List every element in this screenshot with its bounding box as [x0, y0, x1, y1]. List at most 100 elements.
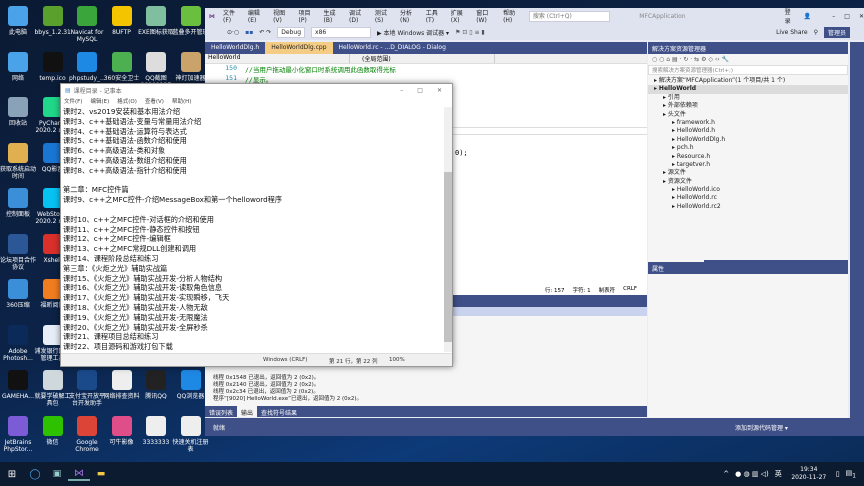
vs-menu-item[interactable]: 工具(T)	[426, 8, 442, 24]
notepad-menu-item[interactable]: 帮助(H)	[172, 97, 191, 107]
desktop-icon[interactable]: 论坛项目合作协议	[0, 233, 36, 271]
desktop-icon[interactable]: 控制面板	[0, 188, 36, 218]
undo-icon[interactable]: ↶ ↷	[259, 29, 271, 36]
config-select[interactable]: Debug	[277, 26, 306, 38]
feedback-icon[interactable]: ⚲	[814, 29, 818, 36]
desktop-icon[interactable]: 微信	[35, 415, 71, 446]
tree-item[interactable]: ▸ pch.h	[648, 144, 848, 152]
desktop-icon[interactable]: 可牛影像	[104, 415, 140, 446]
desktop-icon[interactable]: 获取系统启动时间	[0, 142, 36, 180]
nav-scope-select[interactable]: (全局范围)	[350, 54, 495, 63]
desktop-icon[interactable]: 蓝叠多开管理	[173, 6, 209, 36]
close-button[interactable]: ✕	[859, 13, 864, 20]
clock[interactable]: 19:34 2020-11-27	[788, 466, 830, 482]
desktop-icon[interactable]: 8UFTP	[104, 6, 140, 36]
vs-menu-item[interactable]: 窗口(W)	[476, 8, 494, 24]
close-button[interactable]: ✕	[437, 87, 442, 94]
solution-search-input[interactable]: 搜索解决方案资源管理器(Ctrl+;)	[648, 65, 848, 75]
vs-menu-item[interactable]: 分析(N)	[400, 8, 417, 24]
desktop-icon[interactable]: JetBrains PhpStor...	[0, 415, 36, 453]
side-tool-strip[interactable]	[850, 42, 864, 418]
tree-item[interactable]: ▸ 外部依赖项	[648, 102, 848, 110]
notepad-menu-item[interactable]: 编辑(E)	[90, 97, 109, 107]
bottom-tab[interactable]: 查找符号结果	[257, 406, 301, 417]
tree-item[interactable]: ▸ Resource.h	[648, 153, 848, 161]
vs-menu-item[interactable]: 编辑(E)	[248, 8, 264, 24]
vs-menu-item[interactable]: 帮助(H)	[503, 8, 520, 24]
tree-item[interactable]: ▸ 头文件	[648, 111, 848, 119]
vs-menu-item[interactable]: 生成(B)	[324, 8, 340, 24]
file-explorer-icon[interactable]: ▬	[90, 469, 112, 479]
vs-search-input[interactable]: 搜索 (Ctrl+Q)	[528, 10, 611, 22]
desktop-icon[interactable]: 网络	[0, 51, 36, 82]
desktop-icon[interactable]: 360压缩	[0, 279, 36, 309]
notepad-taskbar-icon[interactable]: ▯	[836, 470, 840, 478]
editor-tab[interactable]: HelloWorldDlg.h	[205, 42, 265, 54]
desktop-icon[interactable]: 360安全卫士	[104, 51, 140, 82]
tree-item[interactable]: ▸ 解决方案“MFCApplication”(1 个项目/共 1 个)	[648, 77, 848, 85]
notepad-menu-item[interactable]: 格式(O)	[117, 97, 137, 107]
desktop-icon[interactable]: bbys_1.2.31	[35, 6, 71, 36]
start-button[interactable]: ⊞	[0, 469, 24, 480]
search-icon[interactable]: ◯	[24, 469, 46, 480]
tree-item[interactable]: ▸ 源文件	[648, 169, 848, 177]
desktop-icon[interactable]: 网络排查资料	[104, 370, 140, 400]
tree-item[interactable]: ▸ HelloWorld.rc	[648, 194, 848, 202]
tree-item[interactable]: ▸ 引用	[648, 94, 848, 102]
login-button[interactable]: 登录	[785, 7, 795, 25]
desktop-icon[interactable]: 此电脑	[0, 6, 36, 36]
ime-indicator[interactable]: 英	[775, 469, 782, 479]
visual-studio-taskbar-icon[interactable]: ⋈	[68, 468, 90, 481]
taskbar-app-icon[interactable]: ▣	[46, 469, 68, 479]
minimize-button[interactable]: –	[400, 87, 403, 94]
notification-icon[interactable]: ▤1	[846, 469, 856, 479]
tree-item[interactable]: ▸ framework.h	[648, 119, 848, 127]
editor-tab[interactable]: HelloWorld.rc - ...D_DIALOG - Dialog	[333, 42, 452, 54]
desktop-icon[interactable]: QQ浏览器	[173, 370, 209, 400]
desktop-icon[interactable]: Google Chrome	[69, 415, 105, 453]
nav-project-select[interactable]: HelloWorld	[205, 54, 350, 63]
desktop-icon[interactable]: EXE图标获取	[138, 6, 174, 36]
tree-item[interactable]: ▸ HelloWorld.h	[648, 127, 848, 135]
desktop-icon[interactable]: 就要学破解工具包	[35, 370, 71, 407]
desktop-icon[interactable]: 腾讯QQ	[138, 370, 174, 400]
bottom-tab[interactable]: 错误列表	[205, 406, 237, 417]
notepad-menu-item[interactable]: 查看(V)	[145, 97, 164, 107]
source-control-button[interactable]: 添加到源代码管理 ▾	[735, 423, 788, 432]
maximize-button[interactable]: □	[844, 13, 850, 20]
notepad-scrollbar[interactable]	[444, 107, 452, 352]
save-icon[interactable]: ▪▪	[245, 29, 253, 36]
vs-menu-item[interactable]: 项目(P)	[299, 8, 315, 24]
editor-tab[interactable]: HelloWorldDlg.cpp	[265, 42, 333, 54]
bottom-tab[interactable]: 输出	[237, 406, 258, 417]
solution-explorer-toolbar[interactable]: ○ ○ ⌂ ▤ · ↻ · ⇆ ⚙ ◇ ‹› 🔧	[648, 54, 848, 65]
notepad-menu-item[interactable]: 文件(F)	[64, 97, 82, 107]
desktop-icon[interactable]: 支付宝开放平台开发助手	[69, 370, 105, 407]
minimize-button[interactable]: –	[832, 13, 835, 20]
desktop-icon[interactable]: Adobe Photosh...	[0, 324, 36, 362]
tree-item[interactable]: ▸ 资源文件	[648, 178, 848, 186]
tree-item[interactable]: ▸ HelloWorld.ico	[648, 186, 848, 194]
vs-menu-item[interactable]: 测试(S)	[375, 8, 391, 24]
vs-menu-item[interactable]: 视图(V)	[273, 8, 289, 24]
start-debugger-button[interactable]: ▶ 本地 Windows 调试器 ▾	[377, 28, 449, 37]
live-share-button[interactable]: Live Share	[776, 29, 807, 36]
maximize-button[interactable]: □	[417, 87, 423, 94]
desktop-icon[interactable]: 3333333	[138, 415, 174, 446]
desktop-icon[interactable]: 快速关机注册表	[173, 415, 209, 453]
toolbar-icons[interactable]: ⚑ ⊡ ▯ ≡ ▮	[455, 29, 485, 36]
tray-chevron-icon[interactable]: ^	[723, 470, 729, 478]
desktop-icon[interactable]: temp.ico	[35, 51, 71, 82]
desktop-icon[interactable]: GAMEHA...	[0, 370, 36, 400]
notepad-text-area[interactable]: 课时2、vs2019安装和基本用法介绍 课时3、c++基础语法-变量与常量用法介绍…	[63, 107, 441, 352]
vs-menu-item[interactable]: 扩展(X)	[451, 8, 467, 24]
vs-menu-item[interactable]: 文件(F)	[223, 8, 239, 24]
desktop-icon[interactable]: phpstudy_...	[69, 51, 106, 82]
tree-item[interactable]: ▸ HelloWorld.rc2	[648, 203, 848, 211]
desktop-icon[interactable]: 神灯加速器	[173, 51, 209, 82]
back-icon[interactable]: ⊙·○	[227, 29, 239, 36]
tree-item[interactable]: ▸ HelloWorldDlg.h	[648, 136, 848, 144]
desktop-icon[interactable]: 回收站	[0, 97, 36, 127]
vs-menu-item[interactable]: 调试(D)	[349, 8, 366, 24]
tray-icons[interactable]: ● ◍ ▥ ◁)	[735, 470, 769, 478]
